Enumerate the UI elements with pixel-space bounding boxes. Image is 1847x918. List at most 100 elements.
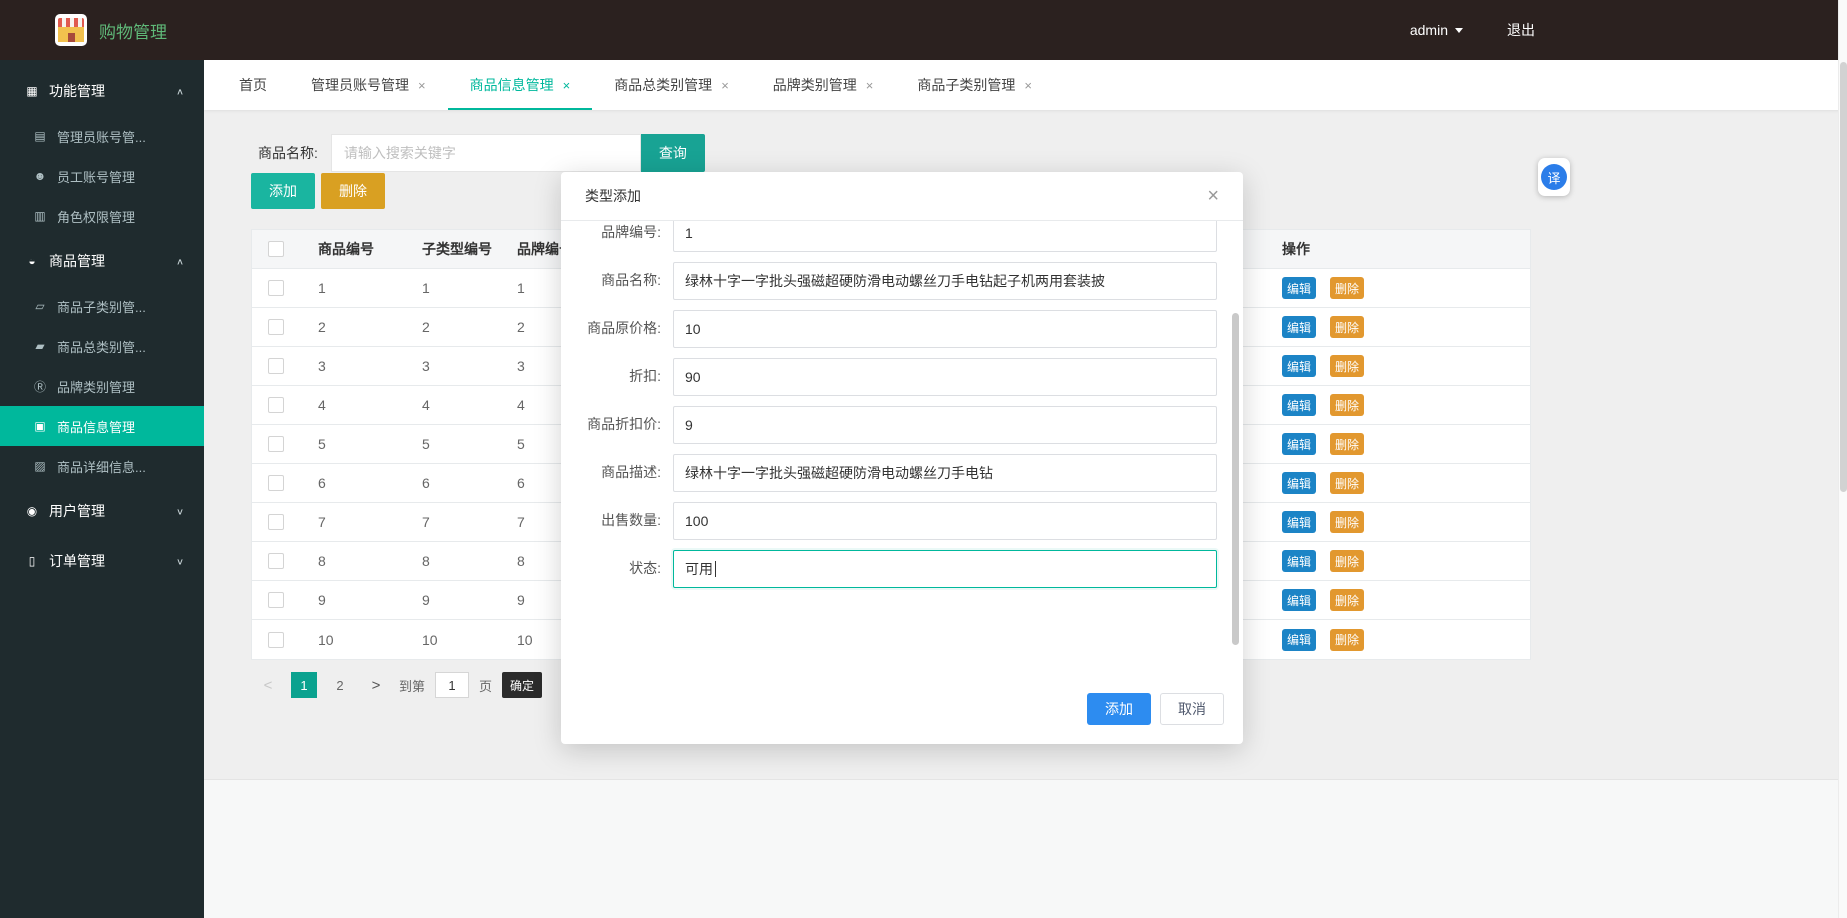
edit-row-button[interactable]: 编辑 [1282,316,1316,338]
sidebar-item[interactable]: ▣ 商品信息管理 [0,406,204,446]
row-actions: 编辑 删除 [1282,511,1530,533]
logout-link[interactable]: 退出 [1507,20,1535,40]
translate-popup[interactable]: 译 [1538,158,1570,196]
sidebar-item[interactable]: ▨ 商品详细信息... [0,446,204,486]
add-button[interactable]: 添加 [251,173,315,209]
page-button[interactable]: 1 [291,672,317,698]
query-button[interactable]: 查询 [640,134,705,172]
edit-row-button[interactable]: 编辑 [1282,589,1316,611]
delete-row-button[interactable]: 删除 [1330,316,1364,338]
row-checkbox[interactable] [268,514,284,530]
delete-button[interactable]: 删除 [321,173,385,209]
form-input[interactable]: 9 [673,406,1217,444]
form-input[interactable]: 绿林十字一字批头强磁超硬防滑电动螺丝刀手电钻 [673,454,1217,492]
sidebar-item[interactable]: ▯ 订单管理 ∨ [0,536,204,586]
sidebar-item[interactable]: ▤ 管理员账号管... [0,116,204,156]
delete-row-button[interactable]: 删除 [1330,628,1364,651]
row-checkbox-cell [252,397,300,413]
edit-row-button[interactable]: 编辑 [1282,355,1316,377]
goods-icon: ◒ [28,254,36,268]
sidebar-item[interactable]: ▱ 商品子类别管... [0,286,204,326]
form-input[interactable]: 100 [673,502,1217,540]
tab-close-icon[interactable]: × [866,78,874,93]
tab[interactable]: 商品子类别管理 × [895,60,1054,110]
close-icon[interactable]: × [1207,186,1219,206]
sidebar-item-label: 员工账号管理 [57,169,136,185]
goto-page-input[interactable]: 1 [435,672,470,698]
form-input[interactable]: 可用 [673,550,1217,588]
delete-row-button[interactable]: 删除 [1330,511,1364,533]
edit-row-button[interactable]: 编辑 [1282,511,1316,533]
edit-row-button[interactable]: 编辑 [1282,628,1316,651]
row-checkbox[interactable] [268,475,284,491]
tab[interactable]: 管理员账号管理 × [289,60,448,110]
delete-row-button[interactable]: 删除 [1330,433,1364,455]
edit-row-button[interactable]: 编辑 [1282,277,1316,299]
page-scrollbar-thumb[interactable] [1840,62,1847,492]
table-cell: 7 [318,514,326,530]
tab-close-icon[interactable]: × [563,78,571,93]
form-input[interactable]: 1 [673,221,1217,252]
row-checkbox[interactable] [268,280,284,296]
page-unit-label: 页 [479,678,493,694]
row-checkbox[interactable] [268,319,284,335]
tab[interactable]: 商品信息管理 × [447,60,593,110]
table-cell: 10 [318,631,334,648]
sidebar-item[interactable]: ☻ 员工账号管理 [0,156,204,196]
page-button[interactable]: 2 [327,672,353,698]
sidebar-item[interactable]: ◉ 用户管理 ∨ [0,486,204,536]
tab-label: 商品信息管理 [469,77,554,93]
sidebar-item-label: 管理员账号管... [57,129,146,145]
form-input[interactable]: 90 [673,358,1217,396]
edit-row-button[interactable]: 编辑 [1282,394,1316,416]
delete-row-button[interactable]: 删除 [1330,277,1364,299]
edit-row-button[interactable]: 编辑 [1282,550,1316,572]
next-page-button[interactable]: > [363,672,389,698]
row-checkbox[interactable] [268,358,284,374]
modal-scrollbar-thumb[interactable] [1232,313,1239,645]
tab-close-icon[interactable]: × [721,78,729,93]
sidebar-item[interactable]: ▦ 功能管理 ∧ [0,66,204,116]
tab[interactable]: 首页 [217,60,289,110]
sidebar: ▦ 功能管理 ∧ ▤ 管理员账号管... ☻ 员工账号管理 ▥ 角色权限管理 ◒ 商品管理 ∧ ▱ 商品子… [0,60,204,918]
tab[interactable]: 品牌类别管理 × [751,60,896,110]
sidebar-item[interactable]: Ⓡ 品牌类别管理 [0,366,204,406]
search-input[interactable]: 请输入搜索关键字 [330,134,641,172]
user-menu[interactable]: admin [1410,22,1463,38]
form-input[interactable]: 绿林十字一字批头强磁超硬防滑电动螺丝刀手电钻起子机两用套装披 [673,262,1217,300]
table-cell: 7 [422,514,430,530]
column-header: 子类型编号 [422,241,492,257]
delete-row-button[interactable]: 删除 [1330,550,1364,572]
edit-row-button[interactable]: 编辑 [1282,433,1316,455]
delete-row-button[interactable]: 删除 [1330,589,1364,611]
tab[interactable]: 商品总类别管理 × [592,60,751,110]
confirm-page-button[interactable]: 确定 [502,672,543,698]
row-checkbox[interactable] [268,553,284,569]
modal-add-button[interactable]: 添加 [1087,693,1151,725]
row-checkbox[interactable] [268,631,284,648]
form-row: 折扣: 90 [585,358,1217,396]
delete-row-button[interactable]: 删除 [1330,472,1364,494]
sidebar-item-label: 商品详细信息... [57,459,146,475]
column-header-actions: 操作 [1282,241,1310,257]
form-row: 商品折扣价: 9 [585,406,1217,444]
row-checkbox-cell [252,592,300,608]
tab-close-icon[interactable]: × [1024,78,1032,93]
delete-row-button[interactable]: 删除 [1330,355,1364,377]
delete-row-button[interactable]: 删除 [1330,394,1364,416]
row-checkbox[interactable] [268,397,284,413]
sidebar-item[interactable]: ▥ 角色权限管理 [0,196,204,236]
select-all-checkbox[interactable] [268,241,284,257]
row-checkbox[interactable] [268,436,284,452]
row-checkbox[interactable] [268,592,284,608]
prev-page-button[interactable]: < [255,672,281,698]
row-actions: 编辑 删除 [1282,628,1530,651]
edit-row-button[interactable]: 编辑 [1282,472,1316,494]
accounts-icon: ▤ [34,129,46,143]
tab-close-icon[interactable]: × [418,78,426,93]
modal-cancel-button[interactable]: 取消 [1160,693,1224,725]
sidebar-item[interactable]: ◒ 商品管理 ∧ [0,236,204,286]
row-checkbox-cell [252,358,300,374]
sidebar-item[interactable]: ▰ 商品总类别管... [0,326,204,366]
form-input[interactable]: 10 [673,310,1217,348]
